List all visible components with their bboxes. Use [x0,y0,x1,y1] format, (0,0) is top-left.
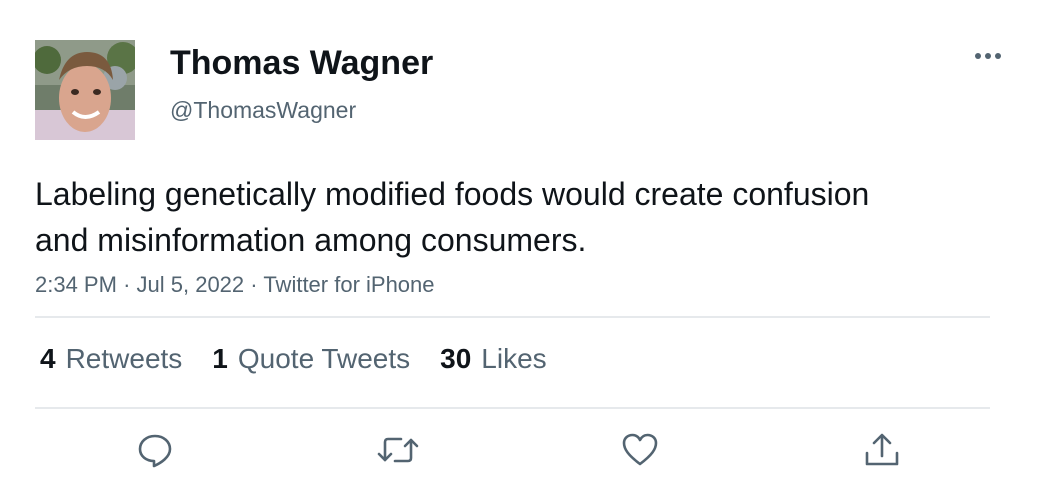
reply-icon [138,434,172,468]
divider [35,407,990,409]
user-handle[interactable]: @ThomasWagner [170,94,356,126]
profile-photo [35,40,135,140]
display-name[interactable]: Thomas Wagner [170,40,433,86]
more-options-button[interactable] [968,40,1008,72]
share-button[interactable] [860,428,904,472]
divider [35,316,990,318]
more-horizontal-icon [975,53,1001,59]
quote-tweets-count: 1 [212,343,228,374]
avatar[interactable] [35,40,135,140]
quote-tweets-label: Quote Tweets [237,343,411,374]
retweet-icon [377,437,419,463]
tweet-text: Labeling genetically modified foods woul… [35,176,870,258]
like-button[interactable] [618,428,662,472]
tweet-date[interactable]: Jul 5, 2022 [137,272,245,297]
share-icon [865,433,899,466]
retweets-label: Retweets [65,343,183,374]
tweet-time[interactable]: 2:34 PM [35,272,117,297]
meta-separator: · [123,272,131,297]
like-icon [622,433,658,466]
meta-separator: · [250,272,258,297]
tweet-meta: 2:34 PM · Jul 5, 2022 · Twitter for iPho… [35,270,435,300]
tweet-stats: 4 Retweets 1 Quote Tweets 30 Likes [40,338,577,380]
reply-button[interactable] [133,428,177,472]
retweet-button[interactable] [376,428,420,472]
likes-count: 30 [440,343,472,374]
tweet-source[interactable]: Twitter for iPhone [263,272,434,297]
likes-stat[interactable]: 30 Likes [440,343,547,375]
retweets-stat[interactable]: 4 Retweets [40,343,182,375]
likes-label: Likes [481,343,547,374]
retweets-count: 4 [40,343,56,374]
quote-tweets-stat[interactable]: 1 Quote Tweets [212,343,410,375]
